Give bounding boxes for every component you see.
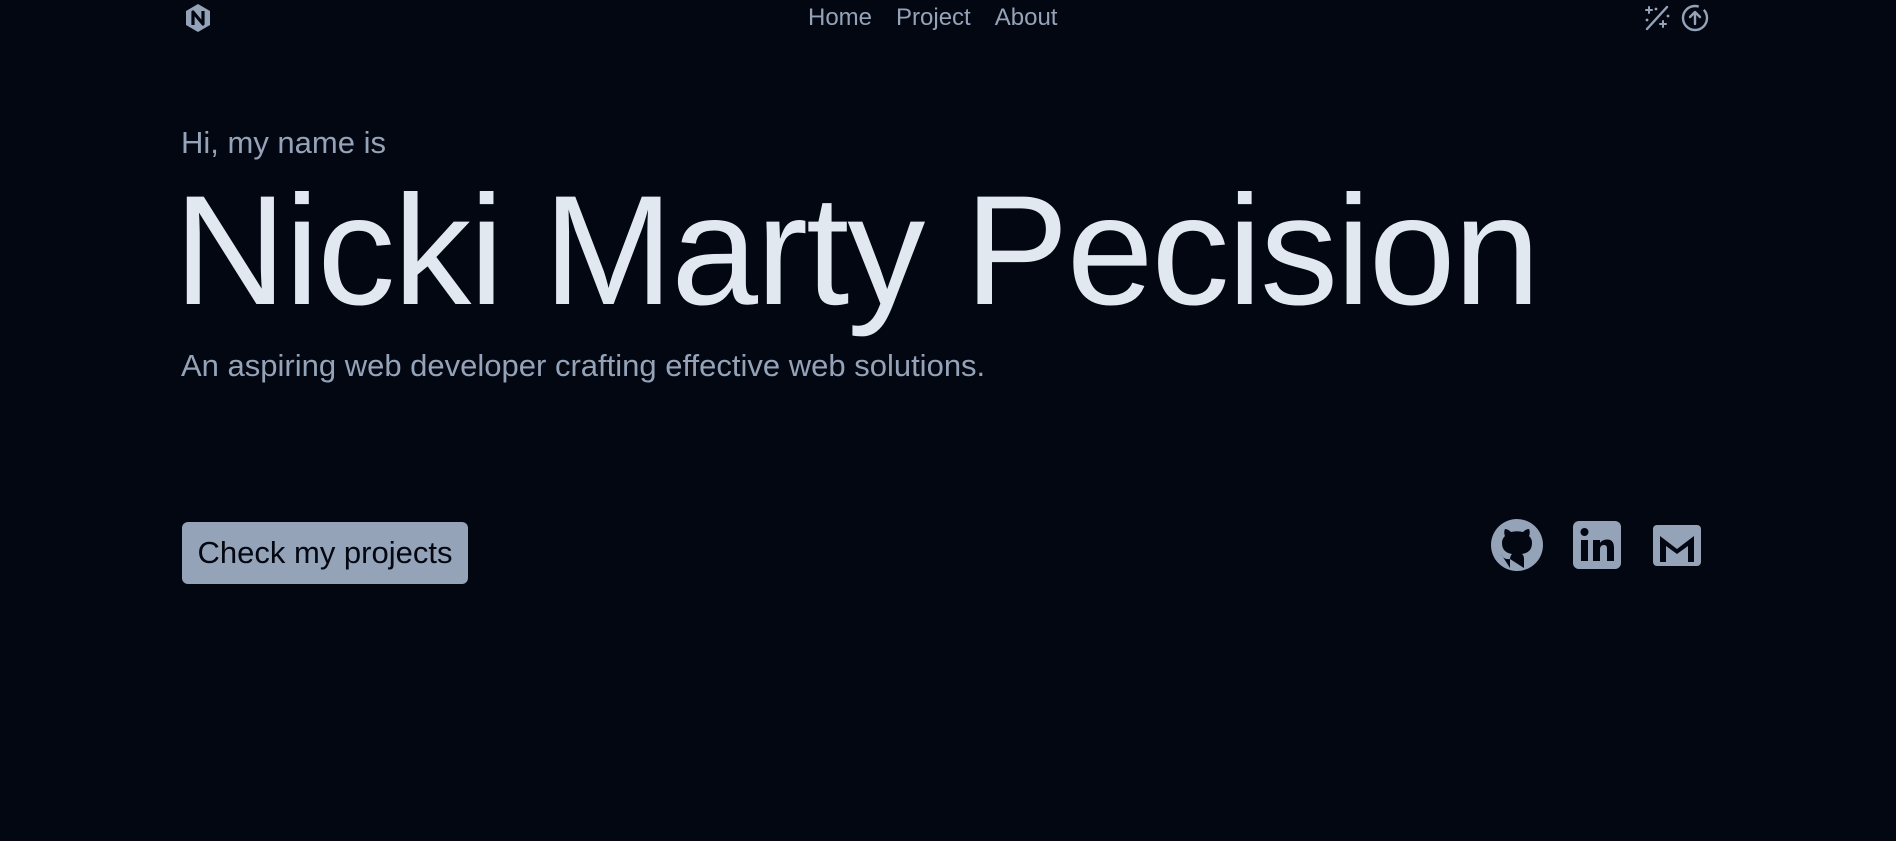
nix-hexagon-logo-icon[interactable] [183, 3, 213, 33]
linkedin-icon[interactable] [1570, 518, 1624, 572]
check-projects-button[interactable]: Check my projects [182, 522, 468, 584]
hero-name: Nicki Marty Pecision [174, 164, 1540, 338]
upload-circle-icon[interactable] [1680, 3, 1710, 33]
nav-link-project[interactable]: Project [896, 4, 971, 32]
github-icon[interactable] [1490, 518, 1544, 572]
top-nav: Home Project About [0, 0, 1896, 36]
hero-tagline: An aspiring web developer crafting effec… [181, 348, 986, 383]
nav-link-about[interactable]: About [995, 4, 1058, 32]
nav-links: Home Project About [808, 4, 1057, 32]
nav-link-home[interactable]: Home [808, 4, 872, 32]
magic-wand-icon[interactable] [1642, 3, 1672, 33]
hero-greeting: Hi, my name is [181, 125, 386, 160]
nav-tools [1642, 3, 1710, 33]
social-links [1490, 518, 1704, 572]
gmail-icon[interactable] [1650, 518, 1704, 572]
